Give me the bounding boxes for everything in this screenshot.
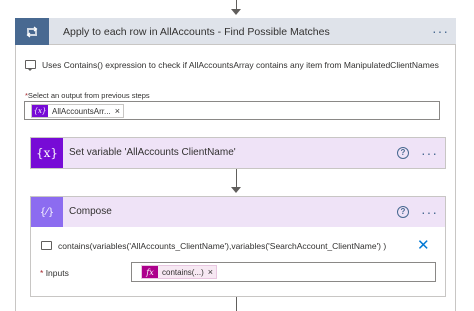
set-variable-card[interactable]: {x} Set variable 'AllAccounts ClientName… <box>30 137 446 169</box>
select-output-field[interactable]: {x} AllAccountsArr... × <box>24 101 440 120</box>
compose-header[interactable]: {⁄} Compose ? ··· <box>31 197 445 227</box>
inputs-label-text: Inputs <box>45 268 69 278</box>
token-label: AllAccountsArr... <box>52 106 111 116</box>
variable-icon: {x} <box>32 105 48 117</box>
comment-icon <box>41 241 52 250</box>
loop-icon <box>15 18 49 45</box>
contains-expression-token[interactable]: fx contains(...) × <box>141 265 218 279</box>
inputs-label: * Inputs <box>40 268 69 278</box>
compose-more-options-button[interactable]: ··· <box>421 205 438 219</box>
help-icon[interactable]: ? <box>397 206 409 218</box>
loop-more-options-button[interactable]: ··· <box>432 24 449 38</box>
compose-comment-text: contains(variables('AllAccounts_ClientNa… <box>58 241 387 251</box>
connector-line-bottom <box>236 297 237 311</box>
compose-comment[interactable]: contains(variables('AllAccounts_ClientNa… <box>31 235 445 255</box>
loop-comment[interactable]: Uses Contains() expression to check if A… <box>25 58 450 74</box>
connector-arrow-top <box>231 9 241 15</box>
connector-line-middle <box>236 169 237 188</box>
help-icon[interactable]: ? <box>397 147 409 159</box>
compose-icon: {⁄} <box>31 197 63 227</box>
remove-token-button[interactable]: × <box>115 106 123 116</box>
comment-icon <box>25 60 36 71</box>
select-output-label-text: Select an output from previous steps <box>27 91 150 100</box>
loop-comment-text: Uses Contains() expression to check if A… <box>42 60 439 70</box>
compose-title: Compose <box>69 206 112 217</box>
set-variable-title: Set variable 'AllAccounts ClientName' <box>69 147 236 158</box>
select-output-label: *Select an output from previous steps <box>25 91 150 100</box>
expression-icon: fx <box>142 266 158 278</box>
inputs-field[interactable]: fx contains(...) × <box>131 262 436 282</box>
apply-to-each-header[interactable]: Apply to each row in AllAccounts - Find … <box>15 18 456 45</box>
allaccountsarray-token[interactable]: {x} AllAccountsArr... × <box>31 104 124 118</box>
token-label: contains(...) <box>162 267 204 277</box>
close-comment-button[interactable]: ✕ <box>417 238 430 253</box>
required-marker: * <box>40 268 44 278</box>
apply-to-each-title: Apply to each row in AllAccounts - Find … <box>63 26 330 38</box>
remove-token-button[interactable]: × <box>208 267 216 277</box>
variable-icon: {x} <box>31 138 63 168</box>
compose-card[interactable]: {⁄} Compose ? ··· contains(variables('Al… <box>30 196 446 297</box>
set-variable-header[interactable]: {x} Set variable 'AllAccounts ClientName… <box>31 138 445 168</box>
connector-arrow-middle <box>231 187 241 193</box>
set-variable-more-options-button[interactable]: ··· <box>421 146 438 160</box>
